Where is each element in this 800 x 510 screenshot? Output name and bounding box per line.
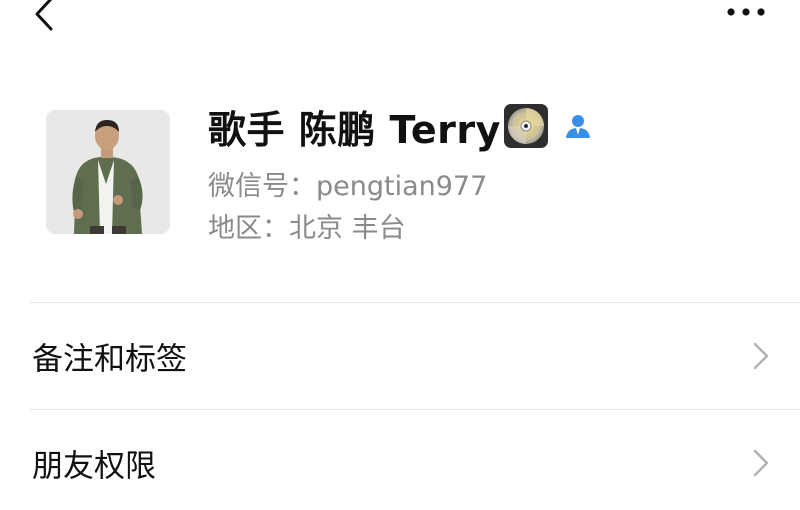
avatar-photo [46, 110, 170, 234]
back-button[interactable] [24, 0, 64, 34]
contact-name: 歌手 陈鹏 Terry [208, 107, 501, 152]
contact-profile-screen: 歌手 陈鹏 Terry 微信号：pengtian977 地区：北京 丰台 备注和… [0, 0, 800, 510]
avatar[interactable] [46, 110, 170, 234]
name-row: 歌手 陈鹏 Terry [208, 100, 593, 152]
region: 地区：北京 丰台 [208, 213, 406, 244]
menu-item-label: 备注和标签 [32, 341, 187, 378]
menu-item-label: 朋友权限 [32, 448, 156, 485]
menu-item-remarks-tags[interactable]: 备注和标签 [0, 303, 800, 409]
more-dots-icon [727, 8, 765, 16]
chevron-right-icon [752, 448, 770, 478]
wechat-id: 微信号：pengtian977 [208, 171, 488, 202]
more-options-button[interactable] [722, 0, 770, 30]
contact-person-icon [563, 111, 593, 141]
top-bar [0, 0, 800, 36]
back-arrow-icon [35, 0, 53, 31]
profile-header: 歌手 陈鹏 Terry 微信号：pengtian977 地区：北京 丰台 [0, 96, 800, 256]
cd-disc-icon [503, 103, 549, 149]
menu-item-friend-permissions[interactable]: 朋友权限 [0, 410, 800, 510]
chevron-right-icon [752, 341, 770, 371]
